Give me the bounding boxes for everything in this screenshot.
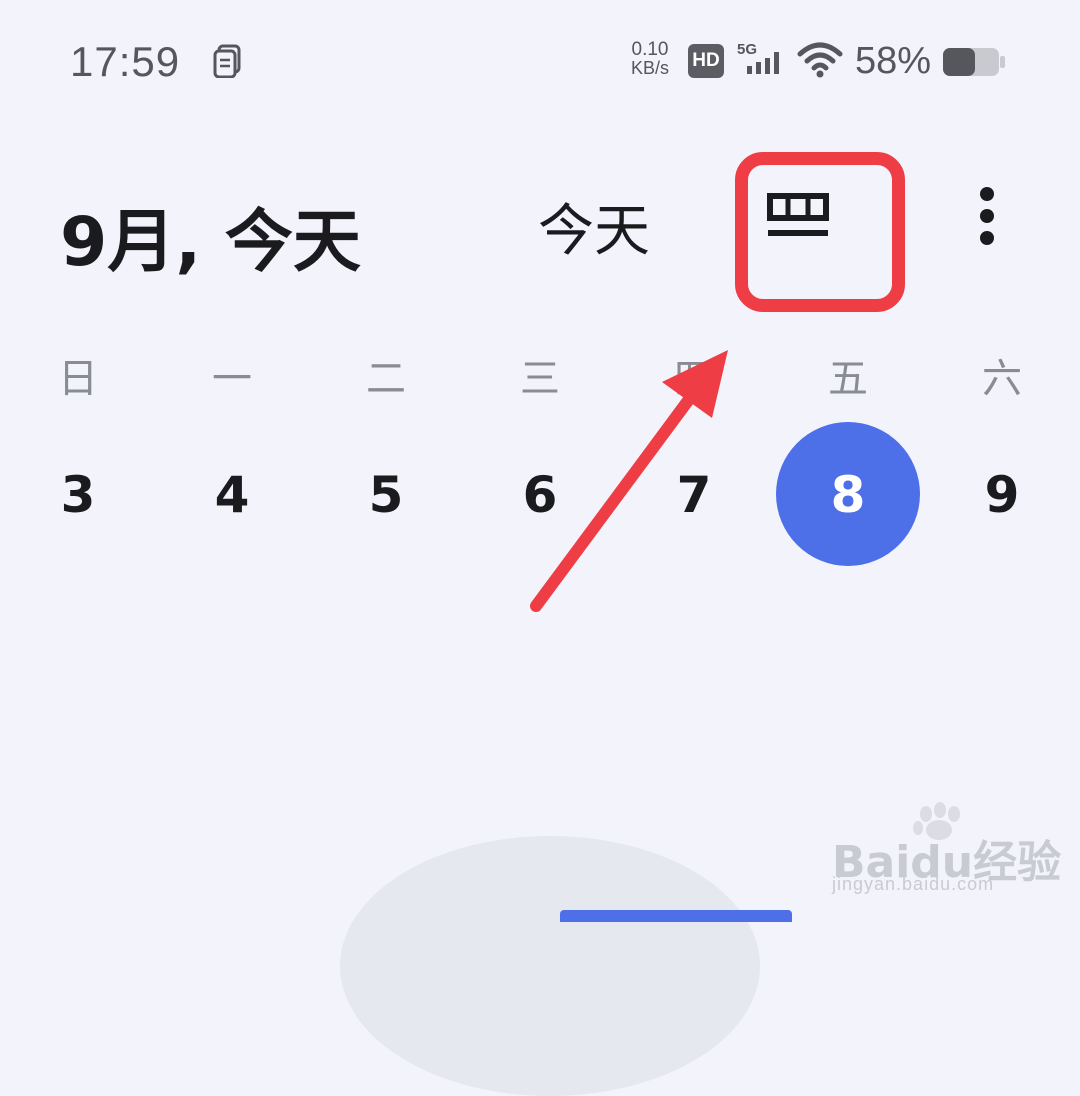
date-cell-selected[interactable]: 8 [808,462,888,528]
network-type-label: 5G [737,41,757,58]
weekday-label: 一 [212,356,252,402]
date-cell[interactable]: 9 [962,462,1042,528]
date-cell[interactable]: 3 [38,462,118,528]
calendar-view-icon[interactable] [766,188,830,248]
date-cell[interactable]: 4 [192,462,272,528]
weekday-label: 日 [58,356,98,402]
cellular-signal-icon: 5G [737,41,779,74]
weekday-label: 四 [674,356,714,402]
status-time: 17:59 [70,38,181,85]
weekday-label: 二 [366,356,406,402]
network-speed-unit: KB/s [630,58,669,78]
date-cell[interactable]: 7 [654,462,734,528]
clipboard-icon [213,44,241,78]
month-title: 9月, 今天 [60,203,361,282]
watermark-url: jingyan.baidu.com [832,874,995,894]
bottom-button-edge[interactable] [560,910,792,922]
battery-icon [943,48,1005,76]
annotation-arrow [530,350,728,612]
weekday-label: 五 [828,356,868,402]
network-speed: 0.10 KB/s [627,39,673,78]
battery-percent: 58% [855,40,932,82]
weekday-label: 三 [520,356,560,402]
date-cell[interactable]: 6 [500,462,580,528]
hd-badge: HD [688,44,724,78]
today-button[interactable]: 今天 [538,186,650,267]
weekday-label: 六 [982,356,1022,402]
network-speed-value: 0.10 [631,39,669,60]
date-cell[interactable]: 5 [346,462,426,528]
more-vert-icon[interactable] [972,186,1002,250]
bottom-decor-arc [340,836,760,1096]
wifi-icon [797,42,843,78]
